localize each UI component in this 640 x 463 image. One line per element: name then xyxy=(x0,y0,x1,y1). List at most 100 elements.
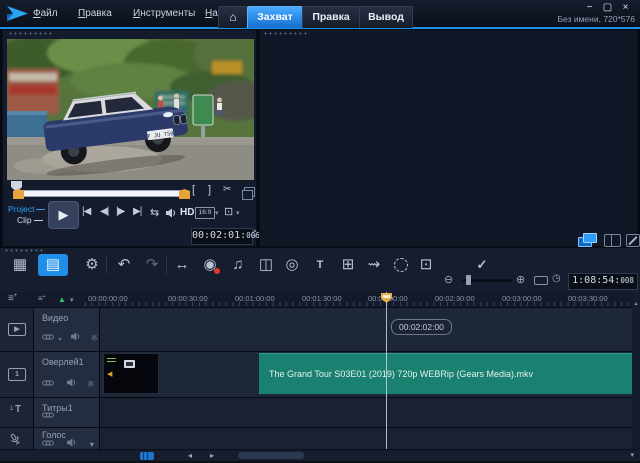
menu-tools[interactable]: Инструменты xyxy=(133,8,195,19)
fit-timeline-icon[interactable] xyxy=(534,276,548,285)
duration-clock-icon[interactable]: ◷ xyxy=(552,273,561,284)
record-capture-icon[interactable]: ◉ xyxy=(198,254,222,276)
scroll-up-icon[interactable]: ▴ xyxy=(634,301,637,307)
ripple-edit-icon[interactable]: ✓ xyxy=(470,254,494,276)
title-track-header[interactable]: Титры1 xyxy=(34,398,99,427)
blend-overlay-icon[interactable]: ◎ xyxy=(280,254,304,276)
link-icon[interactable] xyxy=(42,439,54,447)
link-caret-icon[interactable]: ▾ xyxy=(58,337,61,343)
step-back-button[interactable]: ◀| xyxy=(100,206,108,217)
split-screen-template-icon[interactable]: ⊞ xyxy=(336,254,360,276)
title-track-content[interactable] xyxy=(100,398,632,427)
mark-in-button[interactable]: [ xyxy=(192,184,195,196)
overlay-track-button[interactable]: 1 xyxy=(0,352,33,397)
fit-project-window-icon[interactable]: ↔ xyxy=(170,254,194,276)
hscroll-thumb[interactable] xyxy=(238,452,304,459)
tab-output[interactable]: Вывод xyxy=(359,6,413,28)
customize-motion-icon[interactable] xyxy=(394,258,408,272)
storyboard-view-icon[interactable]: ▦ xyxy=(8,254,32,276)
scroll-left-icon[interactable]: ◂ xyxy=(188,451,192,460)
redo-icon[interactable]: ↷ xyxy=(140,254,164,276)
close-button[interactable]: × xyxy=(618,2,633,14)
voice-track-header[interactable]: Голос ▾ xyxy=(34,428,99,449)
overlay-track-content[interactable]: ◀ The Grand Tour S03E01 (2019) 720p WEBR… xyxy=(100,352,632,397)
enlarge-preview-button[interactable] xyxy=(244,187,255,197)
video-track-content[interactable] xyxy=(100,308,632,351)
scroll-right-icon[interactable]: ▸ xyxy=(210,451,214,460)
tools-icon[interactable]: ⚙ xyxy=(80,254,104,276)
timeline-ruler[interactable]: 00:00:00:00 00:00:30:00 00:01:00:00 00:0… xyxy=(85,292,632,308)
volume-icon[interactable] xyxy=(165,208,177,218)
mask-creator-icon[interactable]: ⊡ xyxy=(414,254,438,276)
play-button[interactable]: ▶ xyxy=(48,201,79,229)
mute-track-icon[interactable] xyxy=(66,438,77,447)
audio-scrub-toggle-icon[interactable] xyxy=(140,452,154,460)
step-forward-button[interactable]: |▶ xyxy=(116,206,124,217)
link-icon[interactable] xyxy=(42,411,54,419)
tab-edit[interactable]: Правка xyxy=(302,6,360,28)
motion-tracking-icon[interactable]: ⇝ xyxy=(362,254,386,276)
repeat-button[interactable]: ⇆ xyxy=(150,206,159,219)
timecode-spinner[interactable]: ▴ ▾ xyxy=(252,228,258,240)
tab-home[interactable]: ⌂ xyxy=(218,6,248,28)
add-track-icon[interactable]: ≡+ xyxy=(38,294,46,303)
toolbar-drag-handle[interactable] xyxy=(4,249,44,252)
zoom-slider-thumb[interactable] xyxy=(466,275,471,285)
next-frame-button[interactable]: ▶| xyxy=(133,206,141,217)
scroll-down-icon[interactable]: ▾ xyxy=(630,451,634,459)
trim-end-handle[interactable] xyxy=(179,189,190,199)
title-track-button[interactable]: 1 T xyxy=(0,398,33,427)
track-manager-icon[interactable]: ≡+ xyxy=(8,293,17,304)
tab-capture[interactable]: Захват xyxy=(247,6,303,28)
maximize-button[interactable]: ▢ xyxy=(600,2,615,14)
chroma-caret-icon[interactable]: ▾ xyxy=(70,296,74,304)
minimize-button[interactable]: − xyxy=(582,2,597,14)
panel-drag-handle[interactable] xyxy=(263,32,307,35)
voice-track-content[interactable] xyxy=(100,428,632,449)
trim-start-handle[interactable] xyxy=(13,189,24,199)
project-mode-label[interactable]: Project xyxy=(8,204,45,214)
track-transparency-icon[interactable]: ※ xyxy=(87,379,95,389)
video-track-header[interactable]: Видео ▾ ※ xyxy=(34,308,99,351)
hd-toggle-button[interactable]: HD xyxy=(180,207,194,218)
mark-out-button[interactable]: ] xyxy=(208,184,211,196)
sound-mixer-icon[interactable]: ♫ xyxy=(226,254,250,276)
menu-file[interactable]: Файл xyxy=(33,8,58,19)
clip-thumbnail[interactable]: ◀ xyxy=(103,353,159,394)
timeline-vertical-scrollbar[interactable]: ▴ xyxy=(632,292,640,449)
timeline-horizontal-scrollbar[interactable]: ◂ ▸ ▾ xyxy=(0,449,640,461)
track-transparency-icon[interactable]: ※ xyxy=(90,333,98,343)
edit-media-icon[interactable] xyxy=(626,234,640,247)
resize-caret-icon[interactable]: ▾ xyxy=(236,209,240,217)
timeline-clip[interactable]: The Grand Tour S03E01 (2019) 720p WEBRip… xyxy=(259,353,632,394)
aspect-caret-icon[interactable]: ▾ xyxy=(215,209,219,217)
resize-button[interactable]: ⊡ xyxy=(224,205,233,218)
split-clip-button[interactable]: ✂ xyxy=(223,184,231,195)
undo-icon[interactable]: ↶ xyxy=(112,254,136,276)
panel-drag-handle[interactable] xyxy=(8,32,52,35)
zoom-out-icon[interactable]: ⊖ xyxy=(444,273,453,286)
clip-mode-label[interactable]: Clip xyxy=(17,215,43,225)
menu-edit[interactable]: Правка xyxy=(78,8,112,19)
subtitle-editor-icon[interactable]: T xyxy=(308,254,332,276)
overlay-track-header[interactable]: Оверлей1 ※ xyxy=(34,352,99,397)
link-icon[interactable] xyxy=(42,379,54,387)
grid-view-icon[interactable] xyxy=(604,234,621,247)
zoom-in-icon[interactable]: ⊕ xyxy=(516,273,525,286)
timeline-view-icon[interactable]: ▤ xyxy=(38,254,68,276)
previous-frame-button[interactable]: |◀ xyxy=(82,206,90,217)
ruler-ticks xyxy=(85,302,632,306)
mute-track-icon[interactable] xyxy=(66,378,77,387)
timeline-playhead-line[interactable] xyxy=(386,292,387,449)
mute-track-icon[interactable] xyxy=(70,332,81,341)
video-track-button[interactable]: ▶ xyxy=(0,308,33,351)
multicam-editor-icon[interactable]: ◫ xyxy=(254,254,278,276)
project-duration-timecode[interactable]: 1:08:54:008 xyxy=(568,273,638,290)
voice-track-button[interactable] xyxy=(0,428,33,449)
preview-scrub-bar[interactable] xyxy=(19,190,185,197)
collapse-track-icon[interactable]: ▾ xyxy=(90,440,94,449)
chroma-key-icon[interactable]: ▲ xyxy=(58,295,66,304)
aspect-ratio-button[interactable]: 16:9 xyxy=(195,207,215,219)
player-timecode[interactable]: 00:02:01:006 xyxy=(191,228,253,245)
link-icon[interactable] xyxy=(42,333,54,341)
